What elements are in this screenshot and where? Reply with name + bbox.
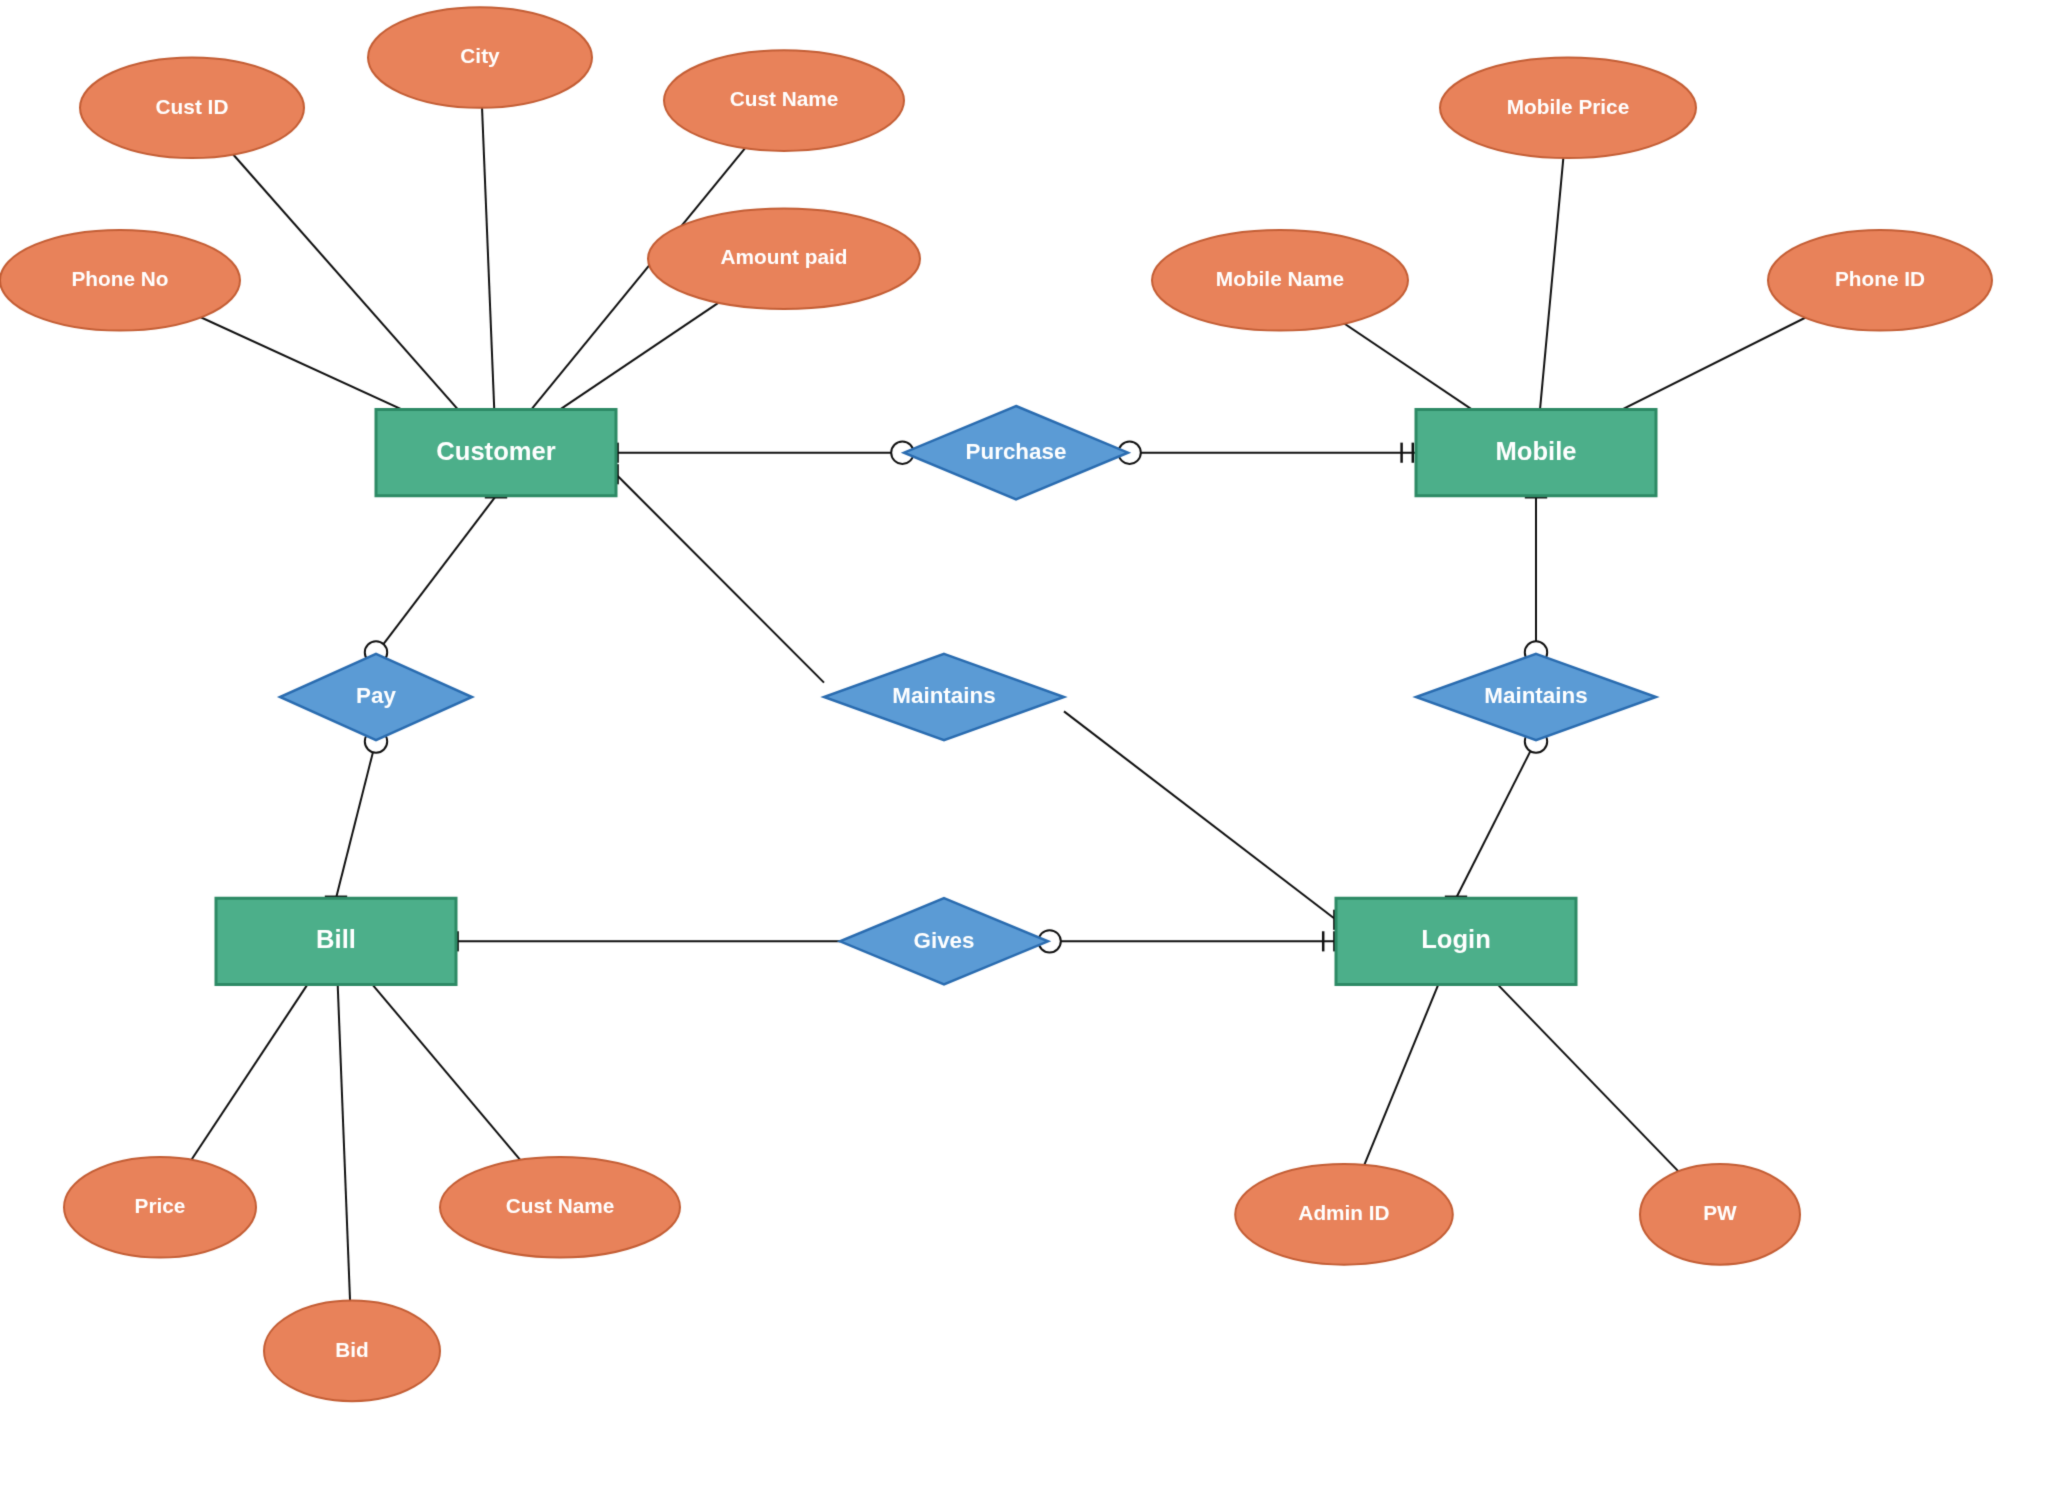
er-diagram-canvas	[0, 0, 2048, 1509]
